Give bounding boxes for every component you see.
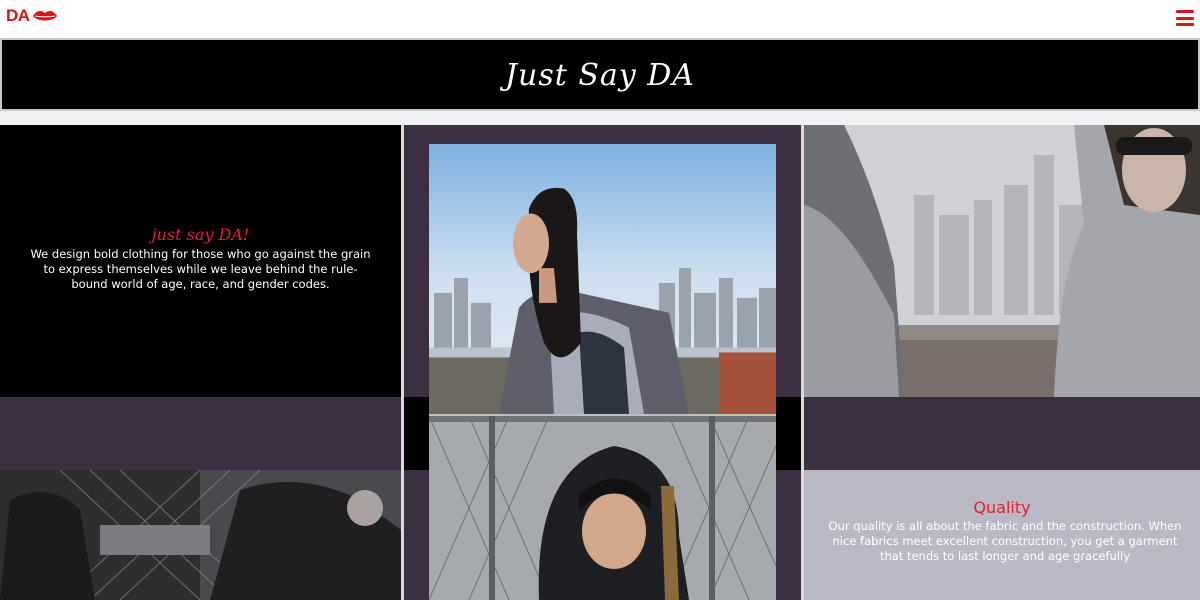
intro-heading: just say DA! bbox=[151, 225, 250, 244]
intro-panel: just say DA! We design bold clothing for… bbox=[0, 125, 401, 397]
menu-bar-line bbox=[1176, 16, 1194, 20]
purple-spacer-panel bbox=[0, 397, 401, 470]
hamburger-menu-icon[interactable] bbox=[1176, 10, 1194, 26]
purple-spacer-panel-right bbox=[804, 397, 1200, 470]
sunglasses-model-photo bbox=[804, 125, 1200, 397]
quality-panel: Quality Our quality is all about the fab… bbox=[804, 470, 1200, 600]
logo[interactable]: DA bbox=[6, 6, 58, 26]
banner-title: Just Say DA bbox=[505, 58, 695, 93]
quality-heading: Quality bbox=[973, 498, 1031, 517]
content-grid: just say DA! We design bold clothing for… bbox=[0, 125, 1200, 600]
quality-body: Our quality is all about the fabric and … bbox=[828, 519, 1182, 563]
menu-bar-line bbox=[1176, 23, 1194, 26]
model-city-photo bbox=[429, 144, 776, 416]
menu-bar-line bbox=[1176, 10, 1194, 13]
center-column bbox=[404, 125, 801, 600]
logo-text: DA bbox=[6, 6, 30, 25]
lips-icon bbox=[32, 11, 57, 21]
hero-banner: Just Say DA bbox=[0, 38, 1200, 111]
top-nav-bar: DA bbox=[0, 0, 1200, 38]
hooded-model-photo bbox=[429, 416, 776, 600]
leather-jacket-photo bbox=[0, 470, 401, 600]
intro-body: We design bold clothing for those who go… bbox=[30, 247, 371, 291]
